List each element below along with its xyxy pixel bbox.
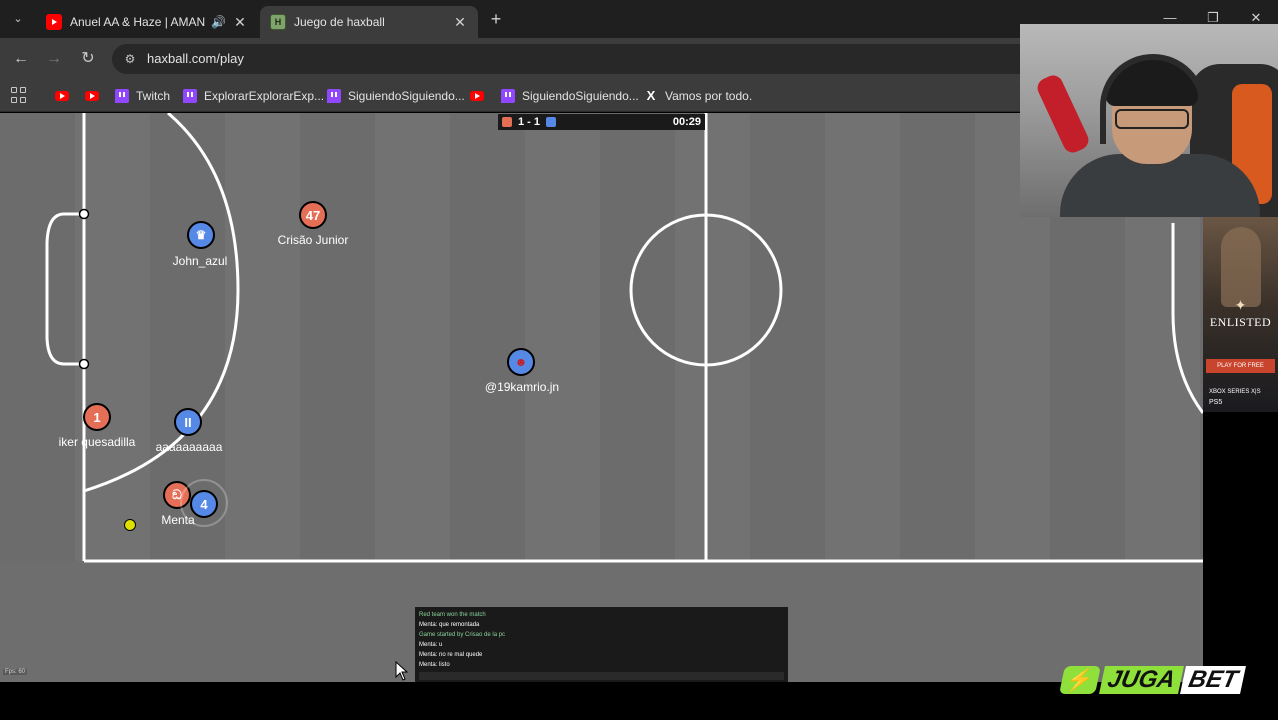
minimize-icon[interactable]: — [1160,10,1180,25]
haxball-icon: H [270,14,286,30]
speaker-icon[interactable]: 🔊 [211,15,226,29]
player-name: Crisão Junior [277,233,349,247]
lightning-bolt-icon: ⚡ [1059,666,1101,694]
red-team-swatch [502,117,512,127]
ad-star-icon: ✦ [1234,297,1247,313]
score-text: 1 - 1 [518,116,541,128]
bookmark-label: SiguiendoSiguiendo... [522,89,639,103]
scoreboard: 1 - 1 00:29 [498,114,705,130]
player-disc-self: 4 [190,490,218,518]
tab-search-chevron-icon[interactable]: ⌄ [6,8,30,30]
player-disc-john-azul: ♛ [187,221,215,249]
chat-line: Menta: u [419,642,443,648]
player-number: 1 [93,409,101,425]
chat-line: Game started by Crisao de la pc [419,632,506,638]
chat-box: Red team won the match Menta: que remont… [415,607,788,682]
back-icon[interactable]: ← [10,48,32,70]
bookmark-explorar[interactable]: ExplorarExplorarExp... [183,86,324,106]
youtube-icon [46,14,62,30]
ad-platform-xbox: XBOX SERIES X|S [1209,389,1261,395]
player-disc-iker: 1 [83,403,111,431]
chat-line: Menta: listo [419,662,450,668]
chat-line: Red team won the match [419,612,486,618]
player-disc-19kamrio: ☻ [507,348,535,376]
player-name: aaaaaaaaaa [155,440,223,454]
bookmark-x[interactable]: X Vamos por todo. [644,86,753,106]
new-tab-button[interactable]: + [486,8,506,30]
close-tab-icon[interactable]: ✕ [452,14,468,31]
player-number: 4 [200,496,208,512]
apps-grid-icon[interactable] [11,87,27,103]
player-disc-crisao-junior: 47 [299,201,327,229]
bookmark-youtube-1[interactable] [55,86,76,106]
twitch-icon [115,89,129,103]
forward-icon[interactable]: → [43,48,65,70]
youtube-icon [470,91,484,101]
bookmark-siguiendo-2[interactable]: SiguiendoSiguiendo... [501,86,639,106]
player-number: 47 [305,207,321,223]
twitch-icon [183,89,197,103]
player-name: @19kamrio.jn [484,380,560,394]
logo-text-bet: BET [1179,666,1246,694]
bookmark-label: ExplorarExplorarExp... [204,89,325,103]
webcam-overlay [1020,24,1278,217]
twitch-icon [501,89,515,103]
player-number: II [184,414,192,430]
bookmark-label: Twitch [136,89,171,103]
site-info-icon[interactable]: ⚙ [122,51,138,67]
player-avatar-icon: ☻ [514,355,528,369]
fps-counter: Fps: 60 [3,669,28,675]
ad-banner[interactable]: ✦ ENLISTED PLAY FOR FREE XBOX SERIES X|S… [1203,217,1278,412]
bookmark-youtube-3[interactable] [470,86,491,106]
bookmark-label: Vamos por todo. [665,89,753,103]
mouse-cursor-icon [395,661,409,681]
jugabet-logo: ⚡ JUGA BET [1059,665,1246,695]
player-name: John_azul [172,254,228,268]
youtube-icon [55,91,69,101]
player-name: iker quesadilla [58,435,136,449]
blue-team-swatch [546,117,557,127]
player-avatar-icon: ♛ [195,228,207,242]
twitch-icon [327,89,341,103]
bookmark-twitch[interactable]: Twitch [115,86,170,106]
match-timer: 00:29 [672,116,701,128]
url-text: haxball.com/play [147,51,244,66]
chat-line: Menta: no re mal quede [419,652,483,658]
screen: ⌄ Anuel AA & Haze | AMANECI 🔊 ✕ H Juego … [0,0,1278,720]
ad-play-button[interactable]: PLAY FOR FREE [1206,359,1275,373]
chat-line: Menta: que remontada [419,622,480,628]
close-tab-icon[interactable]: ✕ [232,14,248,31]
chat-input[interactable] [419,672,784,680]
youtube-icon [85,91,99,101]
ad-title: ENLISTED [1209,315,1272,329]
tab-youtube[interactable]: Anuel AA & Haze | AMANECI 🔊 ✕ [36,6,258,38]
player-disc-aaaaaaaaaa: II [174,408,202,436]
bookmark-siguiendo-1[interactable]: SiguiendoSiguiendo... [327,86,465,106]
reload-icon[interactable]: ↻ [77,48,99,70]
tab-title: Juego de haxball [294,15,385,29]
bookmark-youtube-2[interactable] [85,86,106,106]
logo-text-juga: JUGA [1099,666,1184,694]
tab-haxball[interactable]: H Juego de haxball ✕ [260,6,478,38]
ad-soldier-figure [1221,227,1261,307]
ad-platform-ps5: PS5 [1209,399,1223,406]
ball [124,519,136,531]
x-icon: X [646,88,656,103]
bookmark-label: SiguiendoSiguiendo... [348,89,465,103]
tab-title: Anuel AA & Haze | AMANECI [70,15,206,29]
